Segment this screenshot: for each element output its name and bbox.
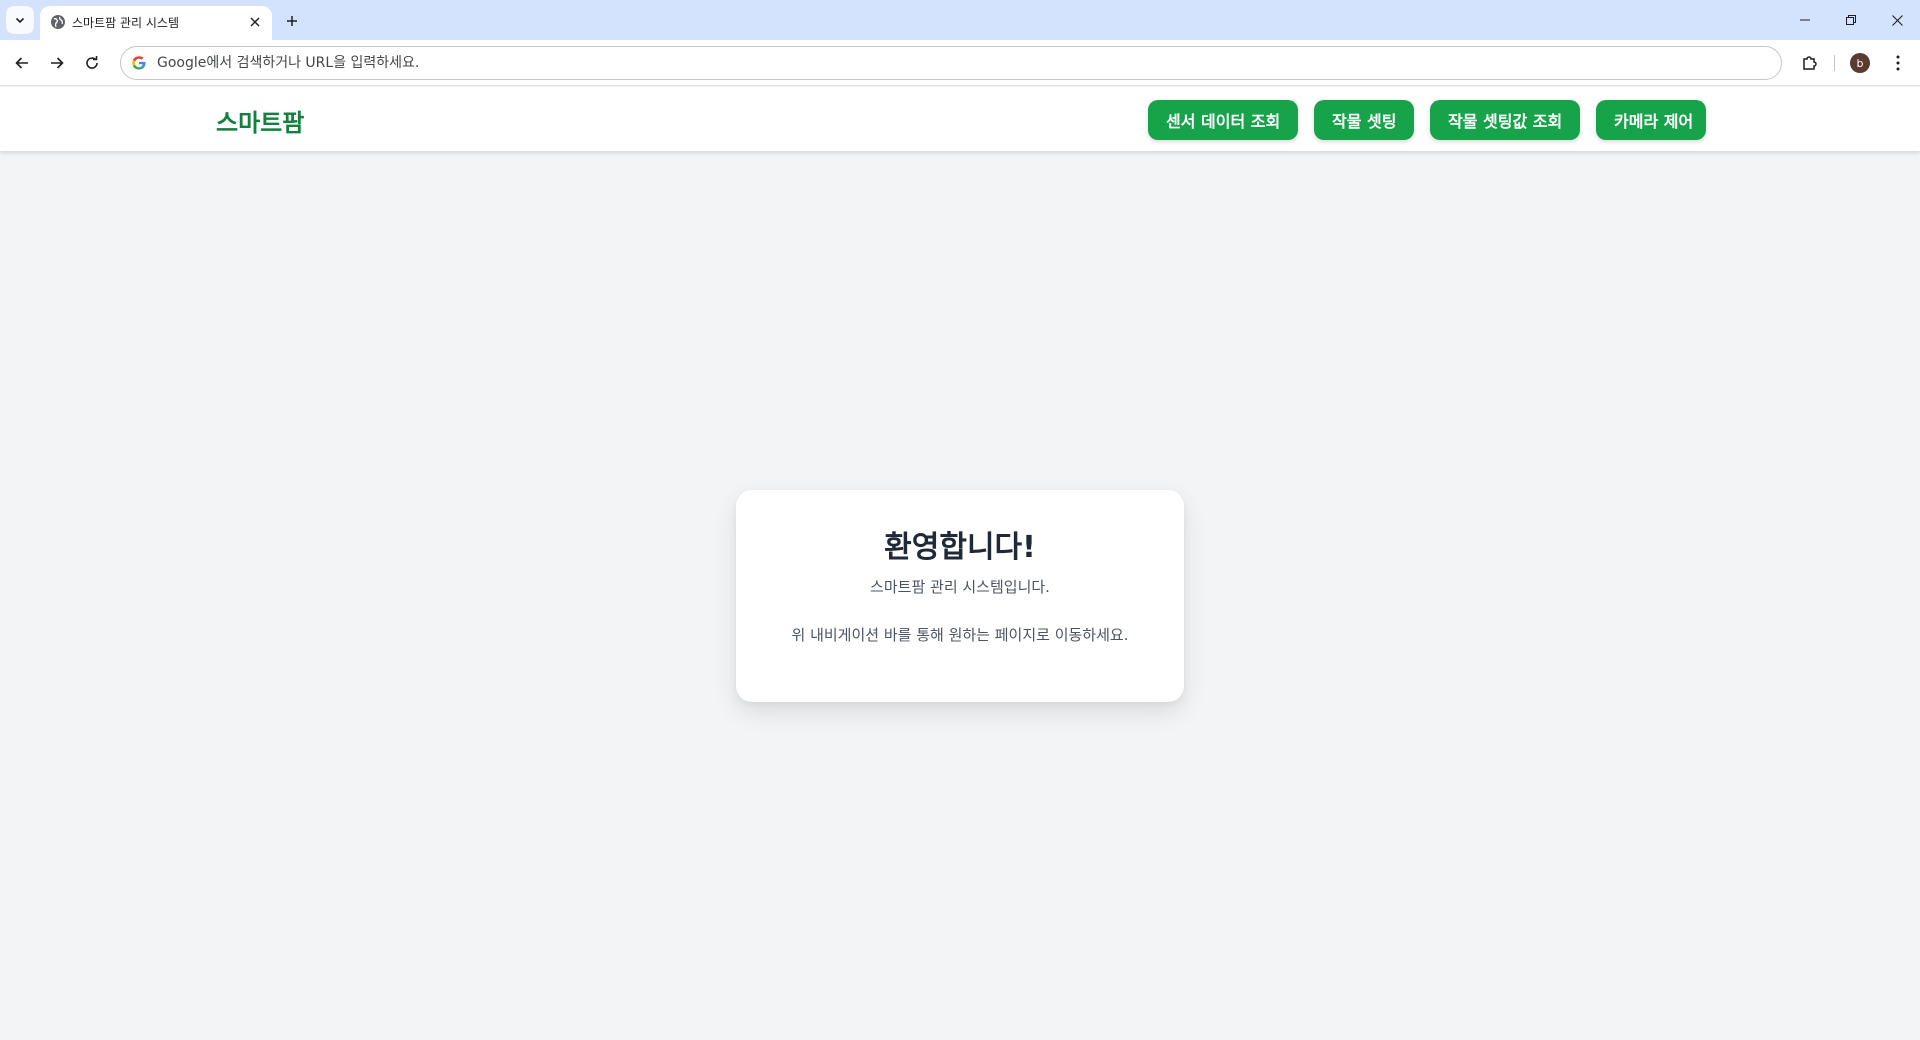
browser-tabstrip: 스마트팜 관리 시스템	[0, 0, 1920, 40]
restore-icon	[1846, 15, 1856, 25]
browser-toolbar: b	[0, 40, 1920, 86]
google-icon	[132, 56, 146, 70]
toolbar-separator	[1834, 55, 1835, 71]
main-nav: 센서 데이터 조회 작물 셋팅 작물 셋팅값 조회 카메라 제어	[1148, 100, 1706, 140]
more-vertical-icon	[1896, 55, 1900, 71]
welcome-subtitle: 스마트팜 관리 시스템입니다.	[870, 578, 1050, 596]
plus-icon	[287, 16, 297, 26]
nav-crop-setting-button[interactable]: 작물 셋팅	[1314, 100, 1414, 140]
close-icon	[1891, 14, 1903, 26]
close-icon	[250, 17, 260, 27]
globe-icon	[51, 15, 65, 29]
browser-tab-active[interactable]: 스마트팜 관리 시스템	[40, 6, 272, 40]
nav-sensor-data-button[interactable]: 센서 데이터 조회	[1148, 100, 1298, 140]
minimize-button[interactable]	[1782, 0, 1828, 40]
reload-icon	[86, 56, 98, 69]
address-bar[interactable]	[120, 46, 1782, 80]
address-input[interactable]	[157, 47, 1657, 79]
nav-camera-control-button[interactable]: 카메라 제어	[1596, 100, 1706, 140]
arrow-left-icon	[15, 57, 28, 69]
browser-menu-button[interactable]	[1882, 47, 1914, 79]
restore-button[interactable]	[1828, 0, 1874, 40]
nav-crop-setting-values-button[interactable]: 작물 셋팅값 조회	[1430, 100, 1580, 140]
tab-search-button[interactable]	[6, 6, 34, 34]
site-header: 스마트팜 센서 데이터 조회 작물 셋팅 작물 셋팅값 조회 카메라 제어	[0, 87, 1920, 151]
tab-close-button[interactable]	[246, 13, 264, 31]
extensions-button[interactable]	[1794, 47, 1826, 79]
welcome-card: 환영합니다! 스마트팜 관리 시스템입니다. 위 내비게이션 바를 통해 원하는…	[736, 490, 1184, 702]
chevron-down-icon	[15, 17, 25, 24]
welcome-hint: 위 내비게이션 바를 통해 원하는 페이지로 이동하세요.	[791, 626, 1129, 644]
puzzle-icon	[1803, 56, 1817, 70]
tab-title: 스마트팜 관리 시스템	[72, 16, 179, 30]
back-button[interactable]	[6, 47, 38, 79]
brand-logo[interactable]: 스마트팜	[216, 103, 304, 138]
reload-button[interactable]	[76, 47, 108, 79]
profile-avatar[interactable]: b	[1850, 53, 1870, 73]
arrow-right-icon	[51, 57, 64, 69]
new-tab-button[interactable]	[278, 7, 306, 35]
welcome-title: 환영합니다!	[884, 530, 1036, 565]
forward-button[interactable]	[41, 47, 73, 79]
window-close-button[interactable]	[1874, 0, 1920, 40]
minimize-icon	[1800, 19, 1810, 21]
